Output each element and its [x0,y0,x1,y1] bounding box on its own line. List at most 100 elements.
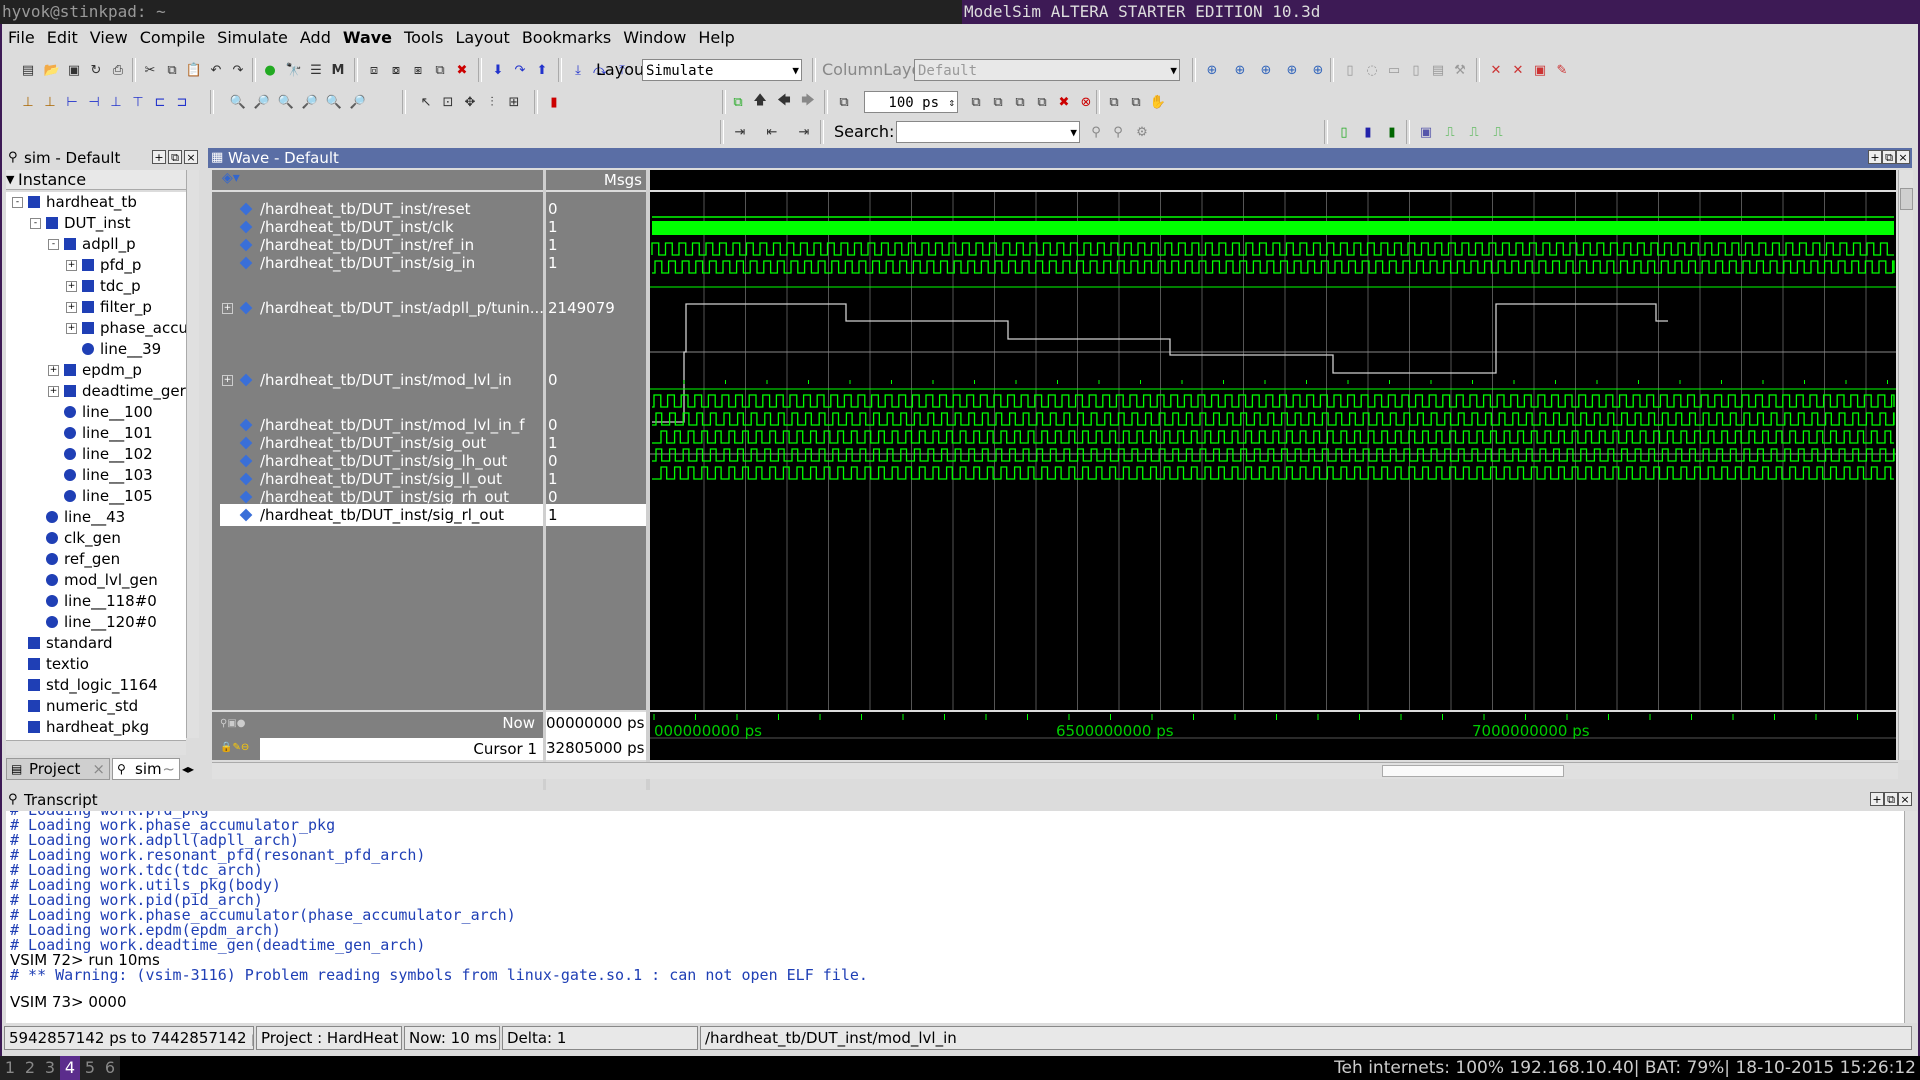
finish-icon[interactable]: ⊗ [1076,92,1096,112]
zoom-range-icon[interactable]: 🔎 [348,92,368,112]
menu-file[interactable]: File [2,24,41,52]
wave-cursor-2-icon[interactable]: ⊥ [40,92,60,112]
spinner-icon[interactable]: ⇕ [948,92,955,114]
menu-edit[interactable]: Edit [41,24,84,52]
search-options-icon[interactable]: ⚙ [1132,122,1152,142]
up-icon[interactable]: 🡅 [750,92,770,112]
wave-format-1-icon[interactable]: ▣ [1416,122,1436,142]
panel-undock-icon[interactable]: ⧉ [1882,150,1896,164]
cover-1-icon[interactable]: ▯ [1340,60,1360,80]
run-all-2-icon[interactable]: ⧉ [1010,92,1030,112]
zoom-full-icon[interactable]: 🔍 [276,92,296,112]
msgs-header[interactable]: Msgs [546,170,646,190]
stretch-mode-icon[interactable]: ⊞ [504,92,524,112]
save-icon[interactable]: ▣ [64,60,84,80]
break-icon[interactable]: ✖ [452,60,472,80]
waveform-area[interactable] [650,192,1896,710]
cursor-label[interactable]: Cursor 1 [260,738,543,760]
menu-bookmarks[interactable]: Bookmarks [516,24,617,52]
add-schematic-icon[interactable]: ⊕ [1308,60,1328,80]
cover-6-icon[interactable]: ⚒ [1450,60,1470,80]
wave-edge-6-icon[interactable]: ⊐ [172,92,192,112]
wave-edge-1-icon[interactable]: ⊢ [62,92,82,112]
stop-wave-icon[interactable]: ▮ [544,92,564,112]
signal-name-header[interactable]: ◈▾ [212,170,543,190]
memory-profile-icon[interactable]: ⧉ [1126,92,1146,112]
wave-view-1-icon[interactable]: ▯ [1334,122,1354,142]
expand-icon[interactable]: + [66,323,77,334]
cover-4-icon[interactable]: ▯ [1406,60,1426,80]
tab-project[interactable]: ▤ Project × [6,758,110,780]
workspace-1[interactable]: 1 [0,1056,20,1080]
collapse-icon[interactable]: - [48,239,59,250]
menu-simulate[interactable]: Simulate [211,24,294,52]
menu-tools[interactable]: Tools [398,24,449,52]
wave-tool-1-icon[interactable]: ⧈ [364,60,384,80]
wave-vertical-scrollbar[interactable] [1898,170,1913,760]
time-ruler[interactable]: 000000000 ps 6500000000 ps 7000000000 ps [650,712,1896,760]
expand-icon[interactable]: + [48,386,59,397]
edit-mode-icon[interactable]: ⫶ [482,92,502,112]
expand-icon[interactable]: + [66,302,77,313]
wave-cursor-1-icon[interactable]: ⊥ [18,92,38,112]
wave-format-2-icon[interactable]: ⎍ [1440,122,1460,142]
scrollbar-thumb[interactable] [1900,188,1913,210]
step-out-icon[interactable]: ⬆ [532,60,552,80]
wave-view-2-icon[interactable]: ▮ [1358,122,1378,142]
waveform-canvas[interactable] [650,192,1896,710]
panel-dock-icon[interactable]: + [152,150,166,164]
stop-icon[interactable]: ✖ [1054,92,1074,112]
wave-edge-5-icon[interactable]: ⊏ [150,92,170,112]
hand-icon[interactable]: ✋ [1148,92,1168,112]
scrollbar-thumb[interactable] [1382,765,1564,777]
panel-dock-icon[interactable]: + [1868,150,1882,164]
open-folder-icon[interactable]: 📂 [42,60,62,80]
expand-icon[interactable]: + [66,260,77,271]
run-length-input[interactable]: 100 ps ⇕ [864,91,958,113]
wave-tool-4-icon[interactable]: ⧉ [430,60,450,80]
panel-undock-icon[interactable]: ⧉ [1884,792,1898,806]
workspace-4[interactable]: 4 [60,1056,80,1080]
panel-close-icon[interactable]: × [184,150,198,164]
expand-icon[interactable]: + [222,303,233,314]
step-over-icon[interactable]: ↷ [510,60,530,80]
expand-icon[interactable]: + [48,365,59,376]
expand-icon[interactable]: + [66,281,77,292]
zoom-out-icon[interactable]: 🔎 [252,92,272,112]
run-100-icon[interactable]: ⧉ [966,92,986,112]
cut-icon[interactable]: ✂ [140,60,160,80]
pan-mode-icon[interactable]: ✥ [460,92,480,112]
continue-run-icon[interactable]: ⧉ [988,92,1008,112]
transcript-scrollbar[interactable] [1904,811,1917,1023]
search-input[interactable]: ▼ [896,121,1080,143]
wave-tools-icon[interactable]: ◈▾ [222,170,240,186]
menu-window[interactable]: Window [617,24,692,52]
step-3-icon[interactable]: ⇥ [794,122,814,142]
sim-vertical-scrollbar[interactable] [186,170,199,738]
print-icon[interactable]: ⎙ [108,60,128,80]
collapse-icon[interactable]: - [30,218,41,229]
new-file-icon[interactable]: ▤ [18,60,38,80]
workspace-3[interactable]: 3 [40,1056,60,1080]
workspace-5[interactable]: 5 [80,1056,100,1080]
panel-close-icon[interactable]: × [1898,792,1912,806]
zoom-mode-icon[interactable]: ⊡ [438,92,458,112]
sim-horizontal-scrollbar[interactable] [6,740,186,755]
wave-format-4-icon[interactable]: ⎍ [1488,122,1508,142]
add-dataflow-icon[interactable]: ⊕ [1282,60,1302,80]
paste-icon[interactable]: 📋 [184,60,204,80]
reload-icon[interactable]: ↻ [86,60,106,80]
panel-undock-icon[interactable]: ⧉ [168,150,182,164]
select-pointer-icon[interactable]: ↖ [416,92,436,112]
redo-icon[interactable]: ↷ [228,60,248,80]
zoom-in-icon[interactable]: 🔍 [228,92,248,112]
wave-edge-4-icon[interactable]: ⊤ [128,92,148,112]
signal-row[interactable]: + /hardheat_tb/DUT_inst/adpll_p/tunin... [220,297,543,319]
list-icon[interactable]: ☰ [306,60,326,80]
copy-icon[interactable]: ⧉ [162,60,182,80]
close-icon[interactable]: × [92,759,105,779]
wave-tool-2-icon[interactable]: ⧇ [386,60,406,80]
wave-view-3-icon[interactable]: ▮ [1382,122,1402,142]
back-icon[interactable]: 🡄 [774,92,794,112]
step-into-icon[interactable]: ⬇ [488,60,508,80]
